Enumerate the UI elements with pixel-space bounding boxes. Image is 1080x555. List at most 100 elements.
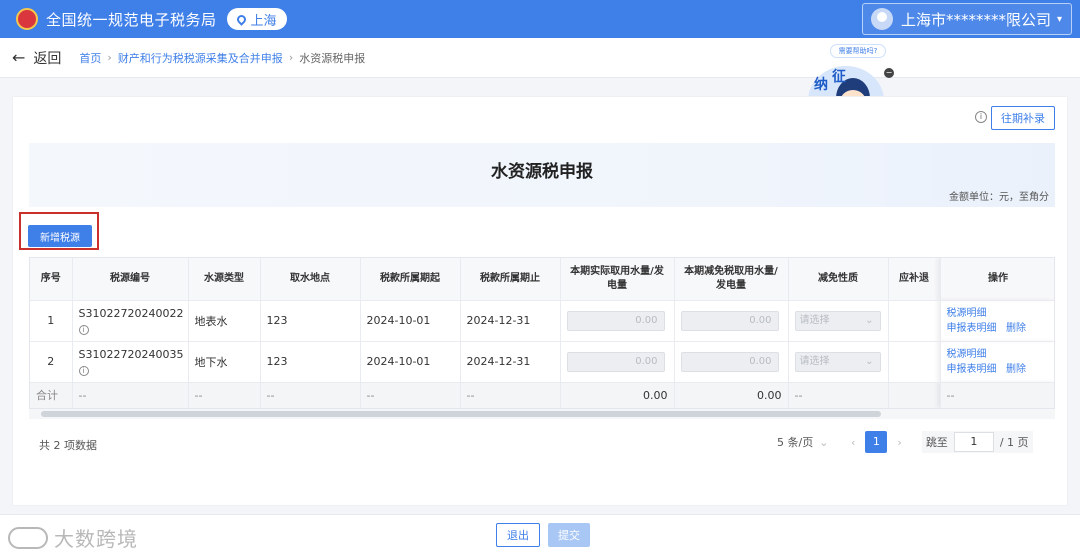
chevron-down-icon: ⌄ — [865, 314, 874, 326]
cell-end: 2024-12-31 — [460, 341, 561, 383]
cell-no: 2 — [30, 341, 73, 383]
form-detail-link[interactable]: 申报表明细 — [947, 322, 997, 336]
mascot-char-1: 纳 — [814, 77, 828, 93]
select-placeholder: 请选择 — [799, 314, 830, 326]
horizontal-scrollbar[interactable] — [29, 409, 1055, 419]
cell-nature: 请选择 ⌄ — [788, 341, 889, 383]
form-detail-link[interactable]: 申报表明细 — [947, 363, 997, 377]
page-jump: 跳至 1 / 1 页 — [921, 431, 1033, 453]
prev-page-icon[interactable]: ‹ — [851, 436, 855, 449]
past-record-button[interactable]: 往期补录 — [991, 106, 1055, 130]
cell-no: 1 — [30, 300, 73, 342]
table-total-row: 合计 -- -- -- -- -- 0.00 0.00 -- -- — [30, 382, 1054, 408]
info-icon[interactable]: i — [78, 325, 89, 335]
cell-start: 2024-10-01 — [360, 341, 461, 383]
cell-type: 地表水 — [188, 300, 261, 342]
breadcrumb-bar: ← 返回 首页 › 财产和行为税税源采集及合并申报 › 水资源税申报 — [0, 38, 1080, 78]
city-selector[interactable]: 上海 — [226, 8, 287, 30]
source-detail-link[interactable]: 税源明细 — [947, 348, 987, 362]
breadcrumb-home[interactable]: 首页 — [79, 50, 101, 66]
tax-source-table: 序号 税源编号 水源类型 取水地点 税款所属期起 税款所属期止 本期实际取用水量… — [29, 257, 1055, 409]
mascot-char-2: 征 — [832, 69, 846, 85]
arrow-left-icon: ← — [12, 48, 26, 67]
info-icon[interactable]: i — [975, 111, 987, 123]
next-page-icon[interactable]: › — [897, 436, 901, 449]
total-label: 合计 — [30, 382, 73, 408]
page-size-label: 5 条/页 — [777, 436, 814, 449]
cell-ops: 税源明细 申报表明细 删除 — [940, 341, 1054, 383]
submit-button[interactable]: 提交 — [548, 523, 590, 547]
brand-title: 全国统一规范电子税务局 — [46, 10, 217, 29]
add-tax-source-button[interactable]: 新增税源 — [28, 225, 92, 247]
cell-place: 123 — [260, 300, 361, 342]
page-title: 水资源税申报 — [491, 162, 593, 182]
actual-volume-input[interactable]: 0.00 — [566, 351, 665, 372]
breadcrumb-current: 水资源税申报 — [299, 51, 366, 65]
exempt-volume-input[interactable]: 0.00 — [680, 351, 779, 372]
tax-source-code: S31022720240035 — [78, 348, 184, 361]
cell-actual: 0.00 — [560, 300, 675, 342]
exempt-volume-input[interactable]: 0.00 — [680, 310, 779, 331]
cell-refund — [888, 341, 941, 383]
delete-link[interactable]: 删除 — [1006, 322, 1026, 336]
chevron-down-icon: ▾ — [1057, 13, 1063, 25]
breadcrumb: 首页 › 财产和行为税税源采集及合并申报 › 水资源税申报 — [79, 50, 365, 66]
total-dash: -- — [360, 382, 461, 408]
record-count: 共 2 项数据 — [39, 439, 97, 452]
select-placeholder: 请选择 — [799, 355, 830, 367]
back-button[interactable]: ← 返回 — [12, 48, 61, 68]
source-detail-link[interactable]: 税源明细 — [947, 307, 987, 321]
cell-start: 2024-10-01 — [360, 300, 461, 342]
watermark: 大数跨境 — [8, 523, 138, 552]
amount-unit-note: 金额单位：元，至角分 — [949, 192, 1049, 203]
chevron-down-icon: ⌄ — [819, 435, 829, 449]
back-label: 返回 — [33, 50, 62, 67]
total-exempt: 0.00 — [674, 382, 789, 408]
cell-type: 地下水 — [188, 341, 261, 383]
add-source-highlight: 新增税源 — [19, 212, 99, 250]
delete-link[interactable]: 删除 — [1006, 363, 1026, 377]
watermark-text: 大数跨境 — [54, 527, 138, 551]
current-page[interactable]: 1 — [865, 431, 888, 453]
company-name: 上海市********限公司 — [901, 10, 1052, 29]
total-dash: -- — [460, 382, 561, 408]
total-dash: -- — [788, 382, 889, 408]
total-dash: -- — [260, 382, 361, 408]
breadcrumb-property-tax[interactable]: 财产和行为税税源采集及合并申报 — [118, 50, 283, 66]
exemption-nature-select[interactable]: 请选择 ⌄ — [794, 310, 881, 331]
chevron-right-icon: › — [107, 51, 112, 64]
total-empty — [888, 382, 941, 408]
jump-page-input[interactable]: 1 — [953, 432, 994, 452]
tax-source-code: S31022720240022 — [78, 307, 184, 320]
total-dash: -- — [188, 382, 261, 408]
total-pages: / 1 页 — [999, 436, 1029, 449]
cell-place: 123 — [260, 341, 361, 383]
main-card: i 往期补录 水资源税申报 金额单位：元，至角分 新增税源 序号 税源编号 水源… — [12, 96, 1068, 506]
city-label: 上海 — [250, 13, 277, 29]
exemption-nature-select[interactable]: 请选择 ⌄ — [794, 351, 881, 372]
chevron-down-icon: ⌄ — [865, 355, 874, 367]
top-bar: 全国统一规范电子税务局 上海 上海市********限公司 ▾ — [0, 0, 1080, 38]
cell-exempt: 0.00 — [674, 341, 789, 383]
close-icon[interactable]: − — [884, 68, 894, 78]
bottom-action-bar: 大数跨境 退出 提交 — [0, 514, 1080, 555]
exit-button[interactable]: 退出 — [496, 523, 540, 547]
pagination: 5 条/页 ⌄ ‹ 1 › 跳至 1 / 1 页 — [777, 431, 1033, 453]
actual-volume-input[interactable]: 0.00 — [566, 310, 665, 331]
help-bubble[interactable]: 需要帮助吗? — [830, 44, 886, 58]
col-header-ops: 操作 — [940, 258, 1054, 301]
total-dash: -- — [72, 382, 189, 408]
col-header-place: 取水地点 — [260, 258, 361, 301]
avatar — [871, 8, 893, 30]
cell-code: S31022720240035 i — [72, 341, 189, 383]
national-emblem-icon — [16, 8, 38, 30]
info-icon[interactable]: i — [78, 366, 89, 376]
cell-nature: 请选择 ⌄ — [788, 300, 889, 342]
page-size-select[interactable]: 5 条/页 ⌄ — [777, 431, 841, 453]
cell-end: 2024-12-31 — [460, 300, 561, 342]
user-menu[interactable]: 上海市********限公司 ▾ — [862, 3, 1072, 35]
watermark-logo-icon — [8, 526, 48, 549]
table-header-row: 序号 税源编号 水源类型 取水地点 税款所属期起 税款所属期止 本期实际取用水量… — [30, 258, 1054, 301]
col-header-refund: 应补退 — [888, 258, 941, 301]
scrollbar-thumb[interactable] — [41, 411, 881, 417]
